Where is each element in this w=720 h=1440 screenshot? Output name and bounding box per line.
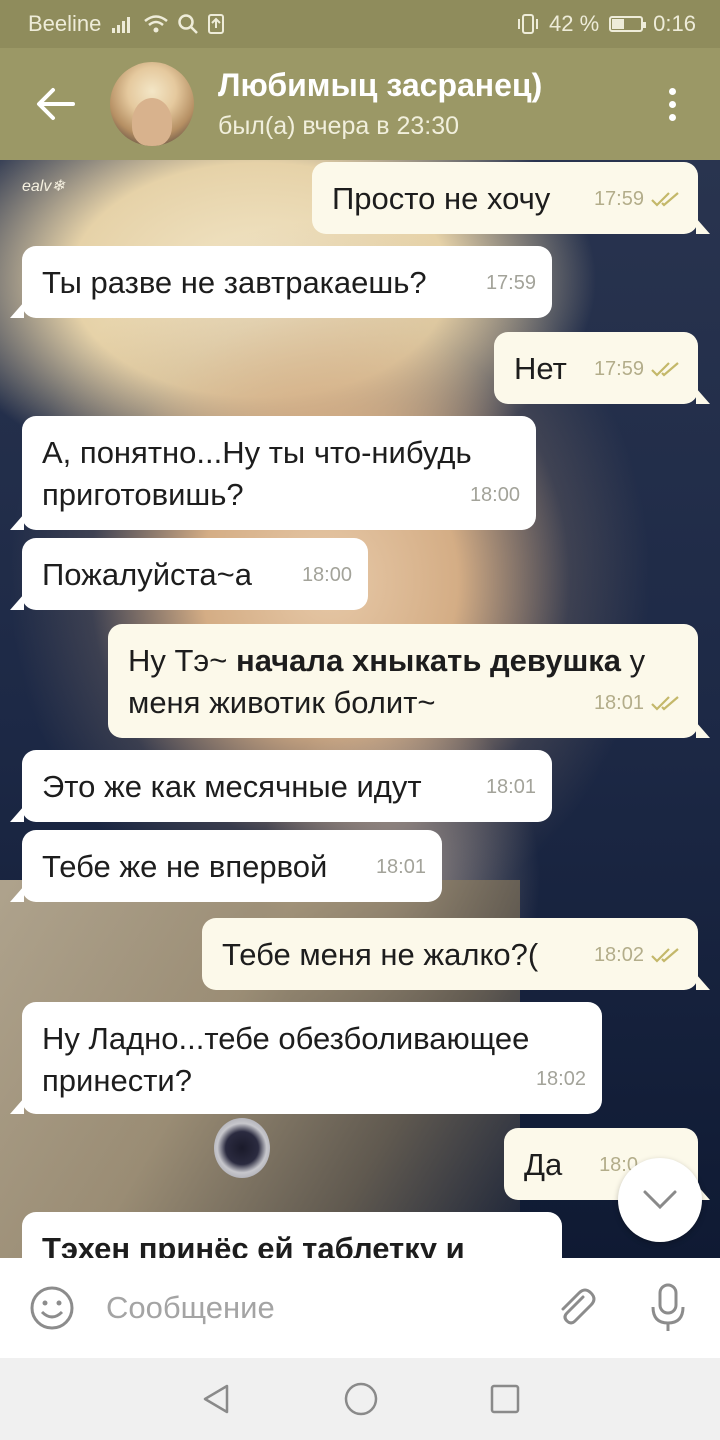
system-nav-bar <box>0 1358 720 1440</box>
message-outgoing[interactable]: Ну Тэ~ начала хныкать девушка у меня жив… <box>108 624 710 738</box>
chat-header: Любимыц засранец) был(а) вчера в 23:30 <box>0 48 720 160</box>
message-incoming[interactable]: Ты разве не завтракаешь? 17:59 <box>10 246 552 318</box>
message-time: 18:01 <box>485 776 536 798</box>
message-text: Просто не хочу <box>332 181 551 216</box>
double-check-icon <box>651 192 679 207</box>
dot-icon <box>668 87 676 95</box>
wifi-icon <box>144 15 169 33</box>
microphone-icon <box>651 1283 685 1331</box>
contact-name: Любимыц засранец) <box>218 67 543 103</box>
message-time: 18:00 <box>301 564 352 586</box>
message-input-bar <box>0 1258 720 1358</box>
home-nav-icon[interactable] <box>343 1381 379 1417</box>
search-icon <box>178 14 199 34</box>
message-text: Тэхен принёс ей таблетку и <box>42 1231 465 1258</box>
message-meta: 18:01 <box>486 766 536 808</box>
message-time: 18:02 <box>593 944 644 966</box>
attach-button[interactable] <box>550 1282 602 1334</box>
scroll-down-button[interactable] <box>618 1158 702 1242</box>
arrow-left-icon <box>37 88 75 120</box>
message-text-part: Ну Тэ~ <box>128 643 236 678</box>
upload-icon <box>208 14 225 34</box>
message-text: Это же как месячные идут <box>42 769 422 804</box>
message-meta: 18:00 <box>302 554 352 596</box>
message-outgoing[interactable]: Нет 17:59 <box>494 332 710 404</box>
chevron-down-icon <box>643 1190 677 1210</box>
double-check-icon <box>651 948 679 963</box>
message-text: Нет <box>514 351 567 386</box>
message-incoming[interactable]: Тебе же не впервой 18:01 <box>10 830 442 902</box>
status-bar: Beeline 42 % 0:16 <box>0 0 720 48</box>
message-meta: 18:01 <box>376 846 426 888</box>
dot-icon <box>668 113 676 121</box>
more-menu-button[interactable] <box>652 74 692 134</box>
message-time: 18:00 <box>469 484 520 506</box>
paperclip-icon <box>561 1288 596 1325</box>
message-incoming[interactable]: Тэхен принёс ей таблетку и <box>22 1212 562 1258</box>
status-icons <box>111 13 225 35</box>
back-nav-icon[interactable] <box>199 1382 233 1416</box>
message-meta: 18:02 <box>594 934 682 976</box>
message-text: Да <box>524 1147 563 1182</box>
battery-icon <box>609 16 647 32</box>
message-text: Тебе меня не жалко?( <box>222 937 539 972</box>
message-outgoing[interactable]: Просто не хочу 17:59 <box>312 162 710 234</box>
message-outgoing[interactable]: Тебе меня не жалко?( 18:02 <box>202 918 710 990</box>
message-text: А, понятно...Ну ты что-нибудь приготовиш… <box>42 435 472 512</box>
message-time: 18:01 <box>593 692 644 714</box>
message-time: 18:01 <box>375 856 426 878</box>
message-time: 18:02 <box>535 1068 586 1090</box>
last-seen-status: был(а) вчера в 23:30 <box>218 112 460 140</box>
message-time: 17:59 <box>593 188 644 210</box>
double-check-icon <box>651 362 679 377</box>
battery-percent: 42 % <box>549 11 600 36</box>
smiley-icon <box>30 1286 74 1330</box>
voice-button[interactable] <box>642 1282 694 1334</box>
message-text: Тебе же не впервой <box>42 849 328 884</box>
message-time: 17:59 <box>593 358 644 380</box>
wallpaper-watermark: ealv❄ <box>22 178 65 195</box>
message-meta: 18:02 <box>536 1058 586 1100</box>
message-meta: 17:59 <box>486 262 536 304</box>
message-time: 17:59 <box>485 272 536 294</box>
contact-info[interactable]: Любимыц засранец) был(а) вчера в 23:30 <box>218 67 542 141</box>
battery-fill <box>612 19 625 29</box>
signal-icon <box>112 17 131 33</box>
dot-icon <box>668 100 676 108</box>
back-button[interactable] <box>0 48 110 160</box>
message-input[interactable] <box>104 1289 550 1327</box>
message-incoming[interactable]: Это же как месячные идут 18:01 <box>10 750 552 822</box>
status-right: 42 % 0:16 <box>517 11 696 37</box>
message-incoming[interactable]: Пожалуйста~а 18:00 <box>10 538 368 610</box>
message-meta: 17:59 <box>594 348 682 390</box>
wallpaper-brooch <box>214 1118 270 1178</box>
double-check-icon <box>651 696 679 711</box>
message-text-bold: начала хныкать девушка <box>235 643 622 678</box>
message-incoming[interactable]: Ну Ладно...тебе обезболивающее принести?… <box>10 1002 602 1114</box>
message-incoming[interactable]: А, понятно...Ну ты что-нибудь приготовиш… <box>10 416 536 530</box>
message-text: Ты разве не завтракаешь? <box>42 265 427 300</box>
clock: 0:16 <box>653 11 696 36</box>
vibrate-icon <box>518 14 539 34</box>
message-text: Ну Ладно...тебе обезболивающее принести? <box>42 1021 530 1098</box>
message-meta: 17:59 <box>594 178 682 220</box>
carrier-label: Beeline <box>28 11 102 36</box>
emoji-button[interactable] <box>26 1282 78 1334</box>
contact-avatar[interactable] <box>110 62 194 146</box>
recents-nav-icon[interactable] <box>489 1383 521 1415</box>
message-text: Пожалуйста~а <box>42 557 252 592</box>
chat-area[interactable]: ealv❄ Просто не хочу 17:59 Ты разве не з… <box>0 160 720 1258</box>
message-meta: 18:00 <box>470 474 520 516</box>
message-meta: 18:01 <box>594 682 682 724</box>
